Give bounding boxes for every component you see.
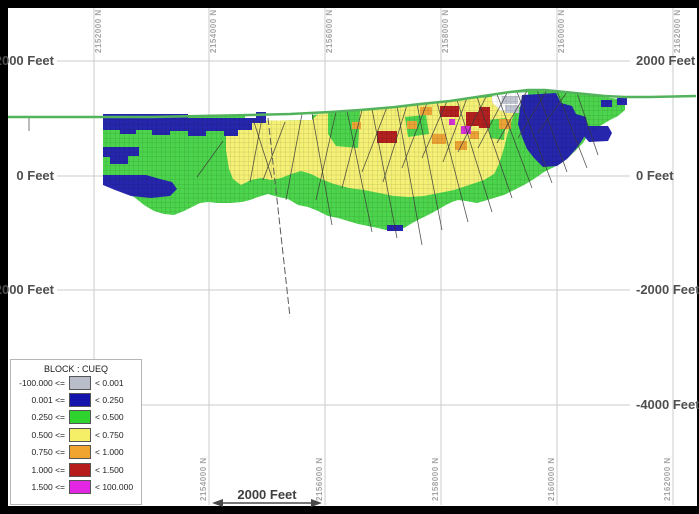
legend-color-swatch <box>69 428 91 442</box>
legend-range-from: 1.000 <= <box>11 465 65 475</box>
legend-range-from: 0.001 <= <box>11 395 65 405</box>
legend-row: 1.000 <= < 1.500 <box>11 461 141 478</box>
block-legend: BLOCK : CUEQ -100.000 <= < 0.001 0.001 <… <box>10 359 142 505</box>
northing-label: 2156000 N <box>315 457 324 501</box>
legend-color-swatch <box>69 410 91 424</box>
legend-range-to: < 1.500 <box>95 465 141 475</box>
legend-range-to: < 0.001 <box>95 378 141 388</box>
legend-range-from: 0.500 <= <box>11 430 65 440</box>
section-plot-window: 2152000 N 2154000 N 2156000 N 2158000 N … <box>0 0 699 514</box>
legend-row: 0.750 <= < 1.000 <box>11 444 141 461</box>
legend-range-from: 0.750 <= <box>11 447 65 457</box>
legend-range-to: < 0.500 <box>95 412 141 422</box>
legend-color-swatch <box>69 463 91 477</box>
legend-range-to: < 0.250 <box>95 395 141 405</box>
legend-color-swatch <box>69 480 91 494</box>
northing-label: 2162000 N <box>663 457 672 501</box>
northing-label: 2158000 N <box>431 457 440 501</box>
legend-range-to: < 1.000 <box>95 447 141 457</box>
legend-range-from: 0.250 <= <box>11 412 65 422</box>
northing-label: 2158000 N <box>441 9 450 53</box>
elevation-label: -2000 Feet <box>636 282 699 297</box>
northing-label: 2160000 N <box>547 457 556 501</box>
elevation-label: -2000 Feet <box>0 282 55 297</box>
legend-row: 0.250 <= < 0.500 <box>11 409 141 426</box>
legend-row: -100.000 <= < 0.001 <box>11 374 141 391</box>
legend-color-swatch <box>69 376 91 390</box>
legend-range-to: < 0.750 <box>95 430 141 440</box>
northing-label: 2154000 N <box>199 457 208 501</box>
legend-color-swatch <box>69 445 91 459</box>
legend-range-from: -100.000 <= <box>11 378 65 388</box>
northing-label: 2152000 N <box>94 9 103 53</box>
elevation-label: 2000 Feet <box>0 53 55 68</box>
legend-title: BLOCK : CUEQ <box>11 360 141 374</box>
northing-label: 2154000 N <box>209 9 218 53</box>
elevation-label: 2000 Feet <box>636 53 696 68</box>
legend-color-swatch <box>69 393 91 407</box>
legend-row: 0.500 <= < 0.750 <box>11 426 141 443</box>
elevation-label: 0 Feet <box>16 168 54 183</box>
northing-label: 2162000 N <box>673 9 682 53</box>
legend-row: 1.500 <= < 100.000 <box>11 478 141 495</box>
elevation-label: 0 Feet <box>636 168 674 183</box>
legend-range-to: < 100.000 <box>95 482 141 492</box>
northing-label: 2160000 N <box>557 9 566 53</box>
scale-bar-label: 2000 Feet <box>237 487 297 502</box>
elevation-label: -4000 Feet <box>636 397 699 412</box>
legend-row: 0.001 <= < 0.250 <box>11 391 141 408</box>
legend-range-from: 1.500 <= <box>11 482 65 492</box>
northing-label: 2156000 N <box>325 9 334 53</box>
